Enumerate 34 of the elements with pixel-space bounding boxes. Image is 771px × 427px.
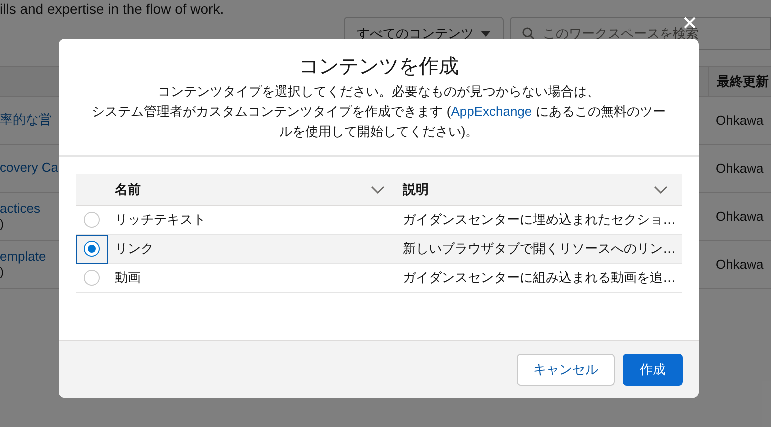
type-name: リンク	[114, 240, 155, 258]
type-name: リッチテキスト	[114, 211, 207, 230]
create-button[interactable]: 作成	[623, 354, 683, 386]
owner-name: Ohkawa	[715, 256, 765, 274]
close-icon	[684, 17, 696, 29]
chevron-down-icon	[654, 186, 668, 194]
column-header[interactable]: 説明	[391, 174, 682, 205]
caret-down-icon	[481, 30, 491, 36]
content-link[interactable]: 率的な営	[0, 112, 52, 129]
search-icon	[522, 27, 535, 40]
content-subtext: )	[0, 265, 5, 280]
cancel-button[interactable]: キャンセル	[517, 354, 615, 386]
content-link[interactable]: covery Ca	[0, 160, 59, 177]
intro-text: ills and expertise in the flow of work.	[0, 2, 224, 16]
table-row[interactable]: リンク 新しいブラウザタブで開くリソースへのリン…	[76, 235, 682, 264]
radio-button[interactable]	[84, 212, 100, 228]
type-description: ガイダンスセンターに組み込まれる動画を追…	[402, 269, 677, 288]
appexchange-link[interactable]: AppExchange	[451, 104, 532, 119]
content-link[interactable]: actices	[0, 200, 40, 218]
modal-description: コンテンツタイプを選択してください。必要なものが見つからない場合は、 システム管理者がカスタムコンテンツタイプを作成できます (AppExchange にあるこの無料のツールを使用して開始してください)。	[91, 83, 667, 141]
radio-button[interactable]	[84, 241, 100, 257]
column-header: 最終更新	[717, 72, 769, 91]
owner-name: Ohkawa	[715, 112, 765, 130]
owner-name: Ohkawa	[715, 160, 765, 178]
chevron-down-icon	[371, 186, 385, 194]
type-description: 新しいブラウザタブで開くリソースへのリン…	[402, 240, 677, 258]
type-name: 動画	[114, 269, 142, 288]
radio-button[interactable]	[84, 270, 100, 286]
column-header[interactable]: 名前	[115, 174, 391, 205]
content-subtext: )	[0, 217, 5, 232]
content-link[interactable]: emplate	[0, 248, 46, 266]
owner-name: Ohkawa	[715, 208, 765, 226]
modal-title: コンテンツを作成	[299, 55, 459, 80]
type-description: ガイダンスセンターに埋め込まれたセクショ…	[402, 211, 677, 230]
